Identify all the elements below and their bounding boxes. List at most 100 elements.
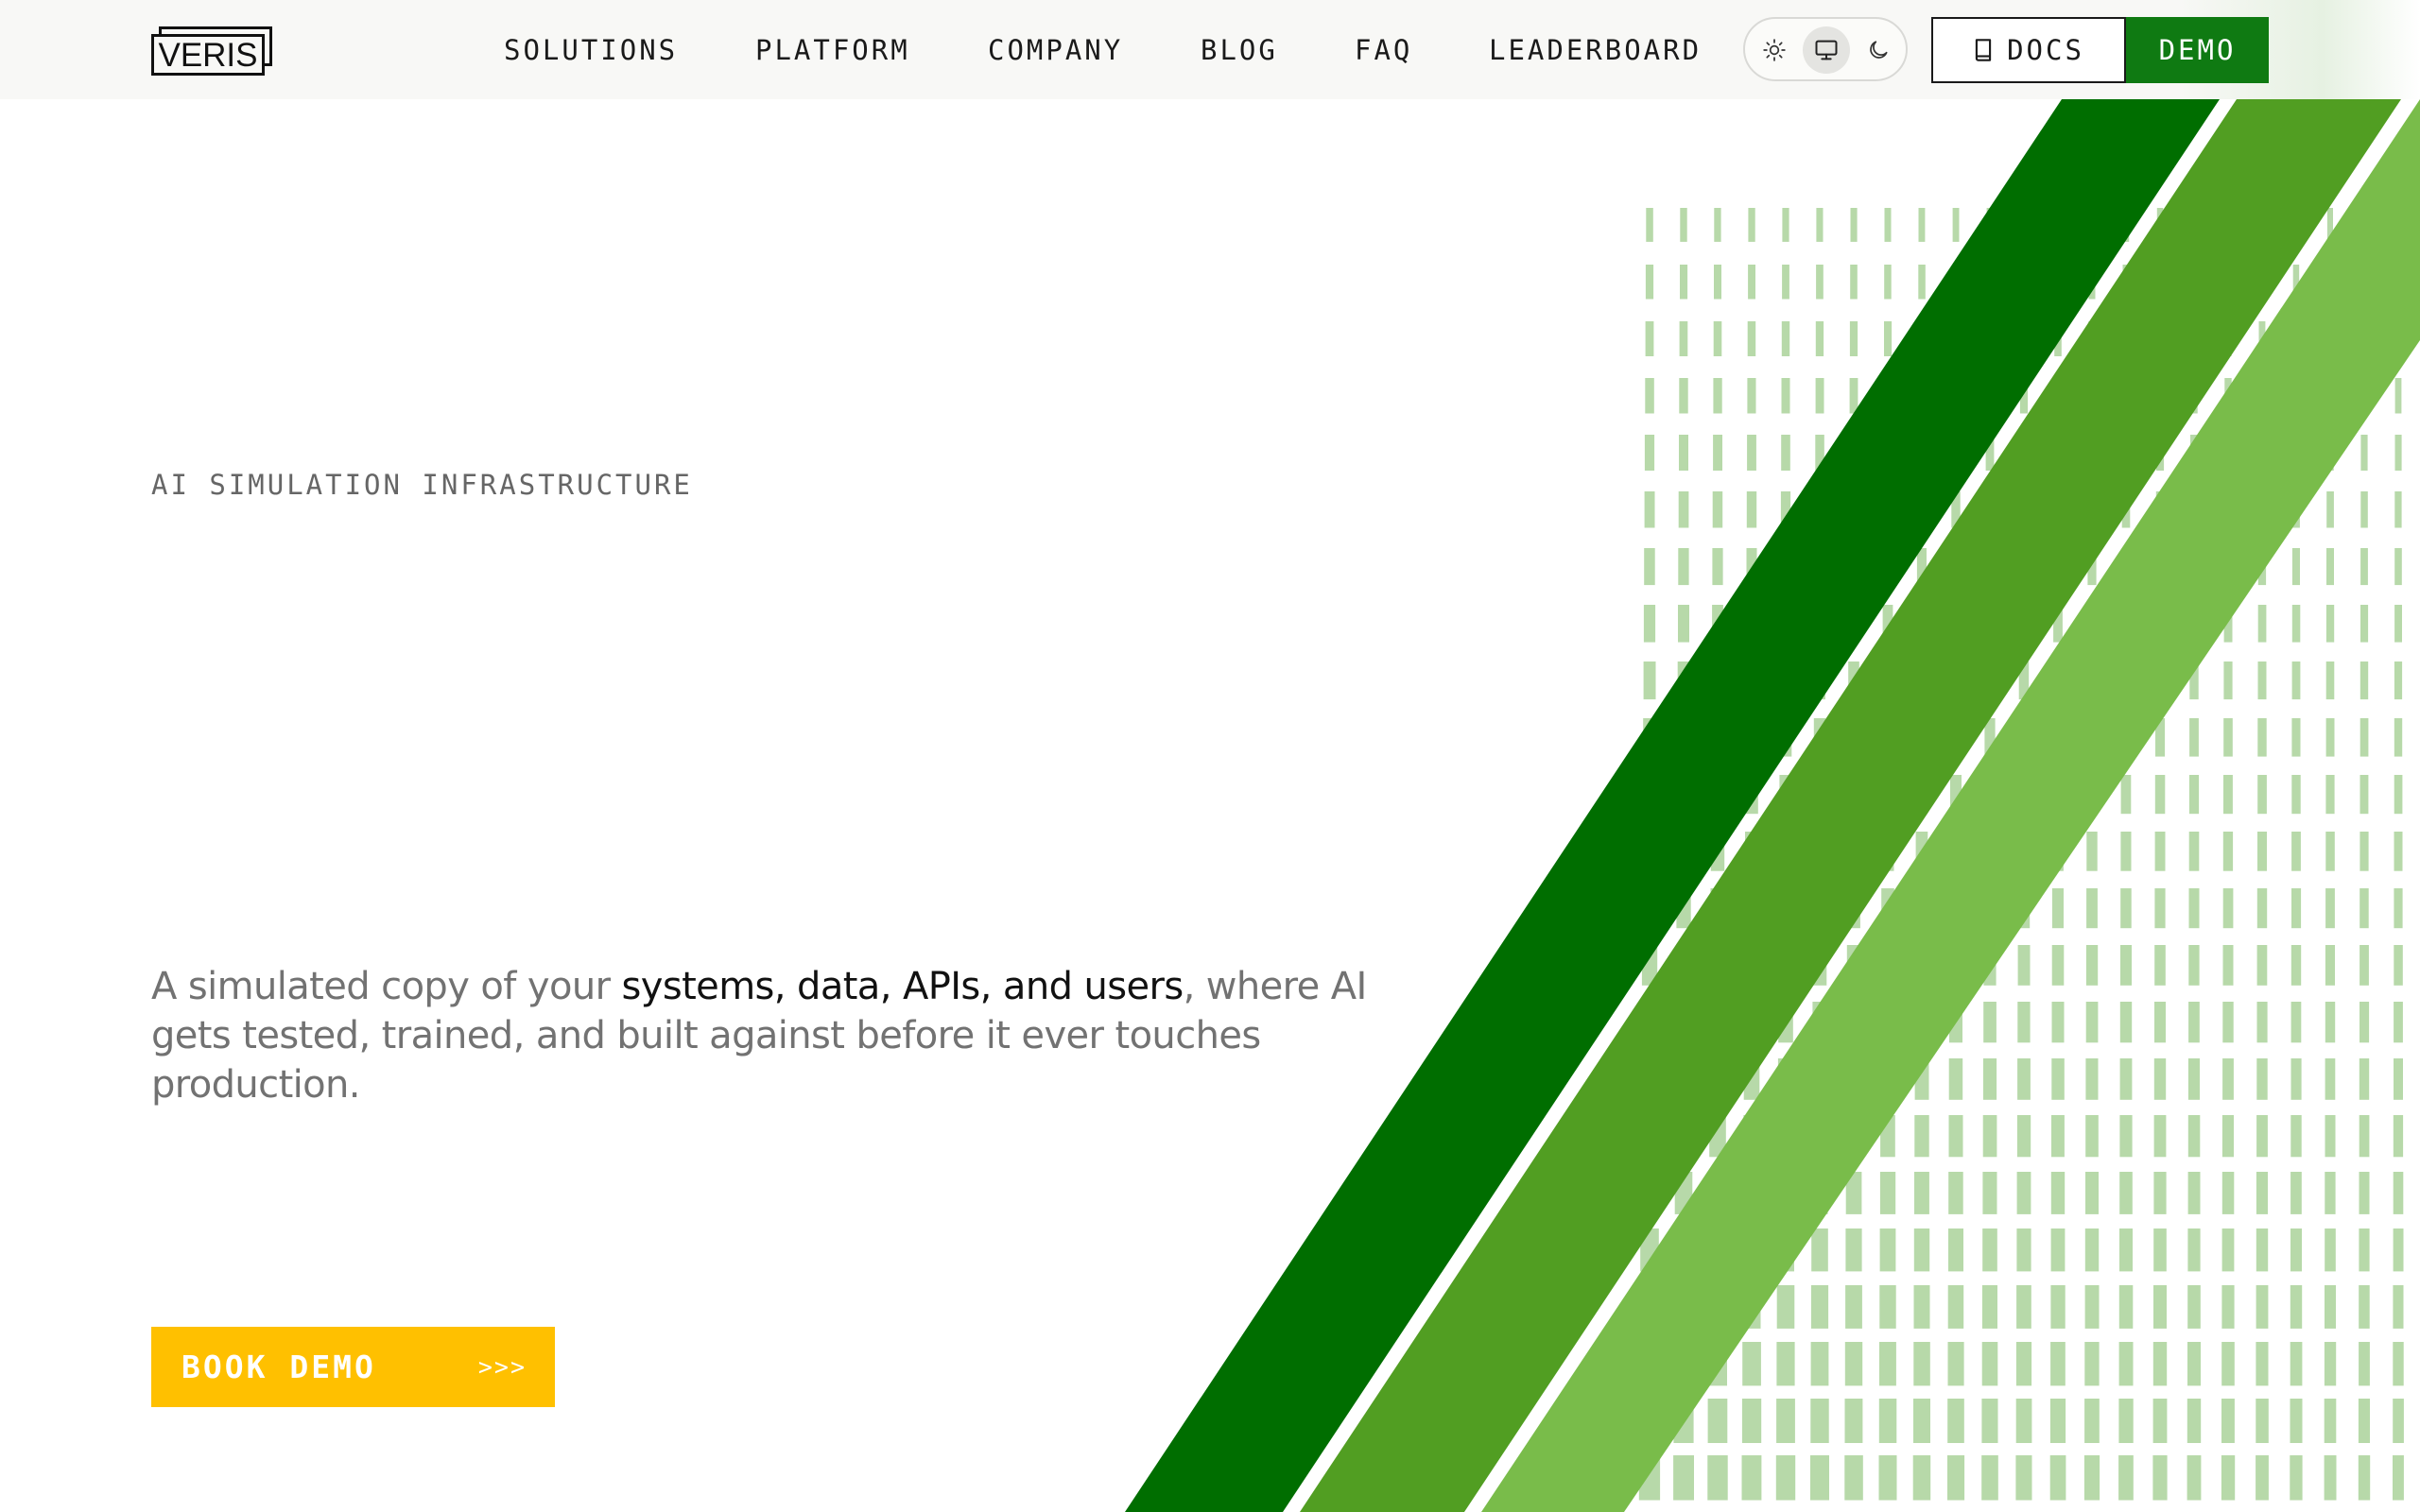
grid-dash xyxy=(2256,1002,2268,1043)
grid-dash xyxy=(2085,945,2099,986)
grid-dash xyxy=(2050,1342,2066,1386)
grid-dash xyxy=(2017,945,2031,986)
grid-dash xyxy=(1714,208,1721,242)
grid-dash xyxy=(2325,605,2335,643)
grid-dash xyxy=(2393,1342,2404,1386)
grid-dash xyxy=(2291,888,2302,929)
grid-dash xyxy=(1713,378,1722,414)
grid-dash xyxy=(1645,265,1654,300)
grid-dash xyxy=(2256,945,2268,986)
grid-dash xyxy=(2325,1115,2336,1158)
grid-dash xyxy=(2223,718,2233,757)
demo-button[interactable]: DEMO xyxy=(2126,17,2269,83)
grid-dash xyxy=(2153,1285,2167,1329)
monitor-icon xyxy=(1815,40,1838,60)
grid-dash xyxy=(2325,775,2335,815)
grid-dash xyxy=(1982,1058,1997,1100)
grid-dash xyxy=(2187,1342,2201,1386)
grid-dash xyxy=(2187,1115,2201,1158)
grid-dash xyxy=(1810,1285,1829,1329)
theme-system-button[interactable] xyxy=(1803,26,1850,74)
grid-dash xyxy=(1947,1342,1964,1386)
grid-dash xyxy=(2120,888,2132,929)
grid-dash xyxy=(2223,662,2233,700)
grid-dash xyxy=(2015,1342,2032,1386)
nav-link-leaderboard[interactable]: LEADERBOARD xyxy=(1489,31,1702,69)
grid-dash xyxy=(2291,662,2301,700)
grid-dash xyxy=(2325,1002,2336,1043)
grid-dash xyxy=(2256,1455,2269,1501)
grid-dash xyxy=(2360,888,2369,929)
grid-dash xyxy=(2393,1455,2404,1501)
grid-dash xyxy=(2187,1172,2201,1214)
grid-dash xyxy=(1712,491,1723,528)
grid-dash xyxy=(2187,1399,2202,1443)
grid-dash xyxy=(2154,945,2166,986)
grid-dash xyxy=(2394,662,2403,700)
grid-dash xyxy=(2050,1285,2066,1329)
grid-dash xyxy=(2394,775,2403,815)
grid-dash xyxy=(1747,435,1756,471)
nav-link-platform[interactable]: PLATFORM xyxy=(755,31,910,69)
grid-dash xyxy=(1747,378,1756,414)
grid-dash xyxy=(2050,1172,2066,1214)
grid-dash xyxy=(1645,321,1654,356)
grid-dash xyxy=(2015,1399,2032,1443)
grid-dash xyxy=(2290,1002,2302,1043)
grid-dash xyxy=(2189,718,2199,757)
grid-dash xyxy=(1982,1115,1997,1158)
hero-decoration xyxy=(1125,99,2420,1512)
book-demo-button[interactable]: BOOK DEMO >>> xyxy=(151,1327,555,1407)
grid-dash xyxy=(2119,1115,2133,1158)
grid-dash xyxy=(2152,1399,2168,1443)
nav-link-blog[interactable]: BLOG xyxy=(1201,31,1278,69)
grid-dash xyxy=(2118,1285,2134,1329)
grid-dash xyxy=(1844,1399,1863,1443)
grid-dash xyxy=(2324,1455,2337,1501)
nav-link-faq[interactable]: FAQ xyxy=(1355,31,1412,69)
grid-dash xyxy=(1947,1399,1964,1443)
grid-dash xyxy=(2325,832,2335,871)
theme-dark-button[interactable] xyxy=(1855,26,1902,74)
grid-dash xyxy=(1712,548,1723,586)
grid-dash xyxy=(2257,718,2267,757)
grid-dash xyxy=(2187,1455,2202,1501)
grid-dash xyxy=(2154,775,2166,815)
grid-dash xyxy=(1913,1399,1930,1443)
grid-dash xyxy=(2120,832,2132,871)
grid-dash xyxy=(1849,321,1858,356)
grid-dash xyxy=(2325,1058,2336,1100)
grid-dash xyxy=(2084,1228,2100,1272)
grid-dash xyxy=(2085,1058,2099,1100)
grid-dash xyxy=(2084,1285,2100,1329)
nav-link-solutions[interactable]: SOLUTIONS xyxy=(504,31,678,69)
grid-dash xyxy=(2086,832,2098,871)
grid-dash xyxy=(1678,548,1689,586)
grid-dash xyxy=(2187,1228,2201,1272)
grid-dash xyxy=(2360,491,2368,528)
grid-dash xyxy=(1707,1399,1728,1443)
grid-dash xyxy=(2324,1399,2337,1443)
grid-dash xyxy=(2221,1455,2236,1501)
docs-button-label: DOCS xyxy=(2007,34,2084,66)
grid-dash xyxy=(2291,832,2301,871)
grid-dash xyxy=(2118,1399,2134,1443)
grid-dash xyxy=(1747,321,1756,356)
grid-dash xyxy=(2085,1172,2099,1214)
grid-dash xyxy=(2290,1228,2302,1272)
grid-dash xyxy=(2394,945,2403,986)
grid-dash xyxy=(2221,1172,2235,1214)
grid-dash xyxy=(2118,1342,2134,1386)
grid-dash xyxy=(1849,378,1858,414)
theme-light-button[interactable] xyxy=(1751,26,1798,74)
nav-link-company[interactable]: COMPANY xyxy=(988,31,1123,69)
grid-dash xyxy=(2223,775,2233,815)
grid-dash xyxy=(2085,1115,2099,1158)
grid-dash xyxy=(2257,662,2267,700)
grid-dash xyxy=(1776,1285,1795,1329)
grid-dash xyxy=(1679,321,1688,356)
grid-dash xyxy=(2325,662,2335,700)
docs-button[interactable]: DOCS xyxy=(1931,17,2126,83)
grid-dash xyxy=(1741,1399,1762,1443)
sun-icon xyxy=(1763,39,1786,61)
